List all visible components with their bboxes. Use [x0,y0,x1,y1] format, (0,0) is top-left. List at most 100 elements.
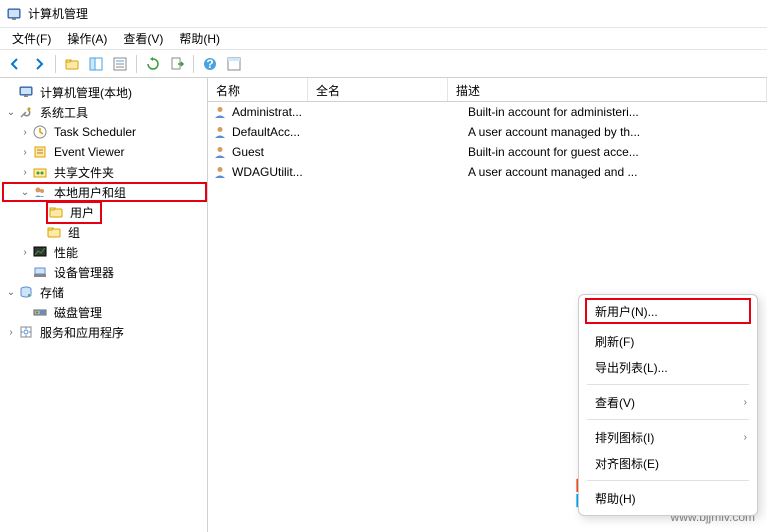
tree-label: 性能 [52,243,80,262]
tree-users[interactable]: 用户 [4,202,207,222]
tree-label: Task Scheduler [52,124,138,140]
ctx-arrange-icons[interactable]: 排列图标(I) › [579,424,757,450]
content-area: 计算机管理(本地) ⌄ 系统工具 › Task Scheduler › Even… [0,78,767,532]
column-fullname[interactable]: 全名 [308,78,448,101]
toolbar-separator [136,55,137,73]
list-row[interactable]: Guest Built-in account for guest acce... [208,142,767,162]
forward-button[interactable] [28,53,50,75]
menubar: 文件(F) 操作(A) 查看(V) 帮助(H) [0,28,767,50]
tree-pane: 计算机管理(本地) ⌄ 系统工具 › Task Scheduler › Even… [0,78,208,532]
disk-icon [32,304,48,320]
tree-shared-folders[interactable]: › 共享文件夹 [4,162,207,182]
ctx-align-icons[interactable]: 对齐图标(E) [579,450,757,476]
expander-icon[interactable]: ⌄ [18,185,32,199]
expander-icon[interactable]: ⌄ [4,105,18,119]
app-icon [6,6,22,22]
users-group-icon [32,184,48,200]
tree-device-manager[interactable]: 设备管理器 [4,262,207,282]
tree-label: 系统工具 [38,103,90,122]
shared-icon [32,164,48,180]
tree-event-viewer[interactable]: › Event Viewer [4,142,207,162]
user-icon [212,104,228,120]
tree-label: 磁盘管理 [52,303,104,322]
menu-view[interactable]: 查看(V) [115,28,171,49]
tree-label: 本地用户和组 [52,183,128,202]
column-name[interactable]: 名称 [208,78,308,101]
tree-label: 存储 [38,283,66,302]
column-desc[interactable]: 描述 [448,78,767,101]
tree-root-label: 计算机管理(本地) [38,83,134,102]
expander-icon[interactable]: ⌄ [4,285,18,299]
tree-performance[interactable]: › 性能 [4,242,207,262]
refresh-button[interactable] [142,53,164,75]
storage-icon [18,284,34,300]
window-title: 计算机管理 [28,5,88,22]
ctx-new-user[interactable]: 新用户(N)... [585,298,751,324]
tree-services-apps[interactable]: › 服务和应用程序 [4,322,207,342]
ctx-refresh[interactable]: 刷新(F) [579,328,757,354]
tree-label: 设备管理器 [52,263,116,282]
tree-label: 共享文件夹 [52,163,116,182]
svg-text:?: ? [206,57,213,71]
menu-file[interactable]: 文件(F) [4,28,59,49]
show-hide-button[interactable] [85,53,107,75]
expander-icon[interactable]: › [18,245,32,259]
list-row[interactable]: DefaultAcc... A user account managed by t… [208,122,767,142]
ctx-arrange-label: 排列图标(I) [595,429,654,446]
list-body[interactable]: Administrat...Built-in account for admin… [208,102,767,182]
tree-disk-management[interactable]: 磁盘管理 [4,302,207,322]
cell-desc: A user account managed by th... [468,125,767,139]
tree-root[interactable]: 计算机管理(本地) [4,82,207,102]
user-icon [212,164,228,180]
toolbar-separator [55,55,56,73]
tree-label: 组 [66,223,82,242]
ctx-separator [587,384,749,385]
perf-icon [32,244,48,260]
ctx-separator [587,480,749,481]
cell-desc: Built-in account for guest acce... [468,145,767,159]
cell-name: DefaultAcc... [232,125,328,139]
tree-storage[interactable]: ⌄ 存储 [4,282,207,302]
ctx-view[interactable]: 查看(V) › [579,389,757,415]
chevron-right-icon: › [744,432,747,443]
view-button[interactable] [223,53,245,75]
tree-task-scheduler[interactable]: › Task Scheduler [4,122,207,142]
expander-icon[interactable]: › [18,125,32,139]
ctx-help[interactable]: 帮助(H) [579,485,757,511]
properties-button[interactable] [109,53,131,75]
tree-label: Event Viewer [52,144,126,160]
chevron-right-icon: › [744,397,747,408]
cell-name: WDAGUtilit... [232,165,328,179]
event-icon [32,144,48,160]
scheduler-icon [32,124,48,140]
computer-icon [18,84,34,100]
list-row[interactable]: Administrat...Built-in account for admin… [208,102,767,122]
context-menu: 新用户(N)... 刷新(F) 导出列表(L)... 查看(V) › 排列图标(I… [578,294,758,516]
list-row[interactable]: WDAGUtilit...A user account managed and … [208,162,767,182]
list-pane: 名称 全名 描述 Administrat...Built-in account … [208,78,767,532]
tree-label: 用户 [68,203,96,222]
list-header: 名称 全名 描述 [208,78,767,102]
expander-icon[interactable]: › [18,145,32,159]
up-button[interactable] [61,53,83,75]
cell-desc: Built-in account for administeri... [468,105,767,119]
user-icon [212,124,228,140]
cell-name: Guest [232,145,328,159]
tools-icon [18,104,34,120]
help-button[interactable]: ? [199,53,221,75]
tree-local-users-groups[interactable]: ⌄ 本地用户和组 [2,182,207,202]
tree-system-tools[interactable]: ⌄ 系统工具 [4,102,207,122]
expander-icon[interactable]: › [18,165,32,179]
toolbar: ? [0,50,767,78]
ctx-separator [587,419,749,420]
expander-icon[interactable]: › [4,325,18,339]
ctx-export-list[interactable]: 导出列表(L)... [579,354,757,380]
folder-icon [48,204,64,220]
tree-groups[interactable]: 组 [4,222,207,242]
ctx-view-label: 查看(V) [595,394,635,411]
menu-action[interactable]: 操作(A) [59,28,115,49]
export-button[interactable] [166,53,188,75]
services-icon [18,324,34,340]
menu-help[interactable]: 帮助(H) [171,28,228,49]
back-button[interactable] [4,53,26,75]
